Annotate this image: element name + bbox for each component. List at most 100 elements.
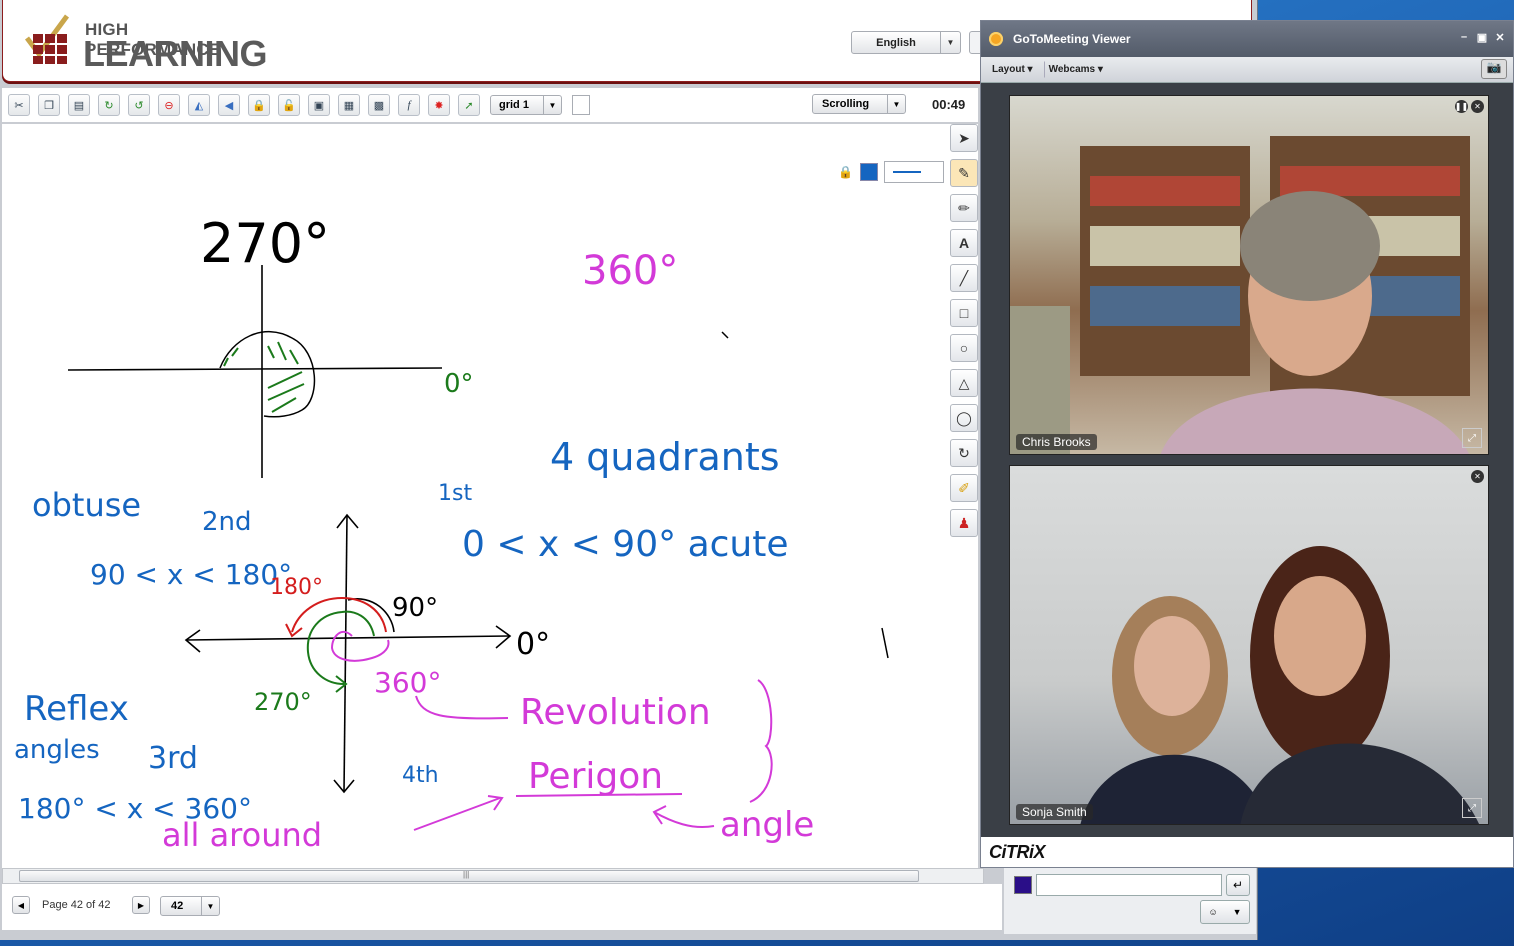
stray-mark xyxy=(881,627,889,659)
stamp-icon[interactable]: ♟ xyxy=(950,509,978,537)
expand-icon[interactable]: ⤢ xyxy=(1462,428,1482,448)
grid-value: grid 1 xyxy=(499,99,529,111)
arrow-angle xyxy=(653,811,715,828)
label-angles: angles xyxy=(14,735,100,765)
chat-options-button[interactable]: ☺ ▼ xyxy=(1200,900,1250,924)
highlighter-icon[interactable]: ✐ xyxy=(950,474,978,502)
bottom-vertical-axis xyxy=(343,514,348,793)
label-perigon: Perigon xyxy=(528,756,663,797)
maximize-icon[interactable]: ▣ xyxy=(1473,31,1491,44)
page-navigation-bar: ◀ Page 42 of 42 ▶ 42 ▼ xyxy=(2,884,1002,930)
grid-select[interactable]: grid 1 ▼ xyxy=(490,95,562,115)
brace xyxy=(749,679,773,803)
arc-360 xyxy=(330,630,390,662)
webcams-menu[interactable]: Webcams ▾ xyxy=(1043,61,1108,78)
page-select-value: 42 xyxy=(171,900,184,912)
viewer-titlebar[interactable]: GoToMeeting Viewer – ▣ ✕ xyxy=(981,21,1513,57)
label-third-quadrant: 3rd xyxy=(148,741,198,776)
copy-icon[interactable]: ❐ xyxy=(38,94,60,116)
page-label: Page 42 of 42 xyxy=(42,899,111,911)
lock-icon[interactable]: 🔒 xyxy=(248,94,270,116)
webcam-feed-sonja-smith: ✕ Sonja Smith ⤢ xyxy=(1009,465,1489,825)
expand-icon[interactable]: ⤢ xyxy=(1462,798,1482,818)
label-angle: angle xyxy=(720,805,814,845)
previous-page-button[interactable]: ◀ xyxy=(12,896,30,914)
formula-icon[interactable]: f xyxy=(398,94,420,116)
label-360-top: 360° xyxy=(582,248,678,294)
select-icon[interactable]: ➤ xyxy=(950,124,978,152)
refresh-icon[interactable]: ↺ xyxy=(128,94,150,116)
send-icon[interactable]: ↵ xyxy=(1226,874,1250,896)
bottom-horizontal-axis xyxy=(185,635,511,641)
session-timer: 00:49 xyxy=(932,97,966,112)
scroll-mode-select[interactable]: Scrolling ▼ xyxy=(812,94,906,114)
page-select[interactable]: 42 ▼ xyxy=(160,896,220,916)
close-icon[interactable]: ✕ xyxy=(1471,470,1484,483)
top-angle-arc xyxy=(219,330,316,418)
language-select[interactable]: English ▼ xyxy=(851,31,961,54)
label-4-quadrants: 4 quadrants xyxy=(550,435,780,479)
layout-menu[interactable]: Layout ▾ xyxy=(987,61,1038,78)
label-reflex: Reflex xyxy=(24,689,129,729)
label-270: 270° xyxy=(200,212,330,275)
logo-bottom-text: LEARNING xyxy=(83,33,268,74)
arrow-all-around xyxy=(413,797,501,831)
label-360-bottom: 360° xyxy=(374,666,441,699)
stop-icon[interactable]: ⊖ xyxy=(158,94,180,116)
paste-icon[interactable]: ▤ xyxy=(68,94,90,116)
screen-capture-icon[interactable]: ▩ xyxy=(368,94,390,116)
webcam-feed-chris-brooks: ❚❚ ✕ Chris Brooks ⤢ xyxy=(1009,95,1489,455)
viewer-footer: CiTRiX xyxy=(981,837,1513,867)
label-obtuse: obtuse xyxy=(32,486,141,524)
minimize-icon[interactable]: – xyxy=(1455,31,1473,44)
close-icon[interactable]: ✕ xyxy=(1471,100,1484,113)
webcam-image-1 xyxy=(1010,136,1470,454)
mirror-icon[interactable]: ◭ xyxy=(188,94,210,116)
lock-icon[interactable]: 🔒 xyxy=(838,165,853,179)
arrow-left-icon[interactable]: ◀ xyxy=(218,94,240,116)
whiteboard-drawing: 270° 0° 360° 4 quadrants 1st 0 < x < 90°… xyxy=(14,212,889,854)
chat-input[interactable] xyxy=(1036,874,1222,896)
page-icon[interactable]: ▣ xyxy=(308,94,330,116)
scissors-icon[interactable]: ✂ xyxy=(8,94,30,116)
left-arrowhead xyxy=(184,629,201,653)
horizontal-scrollbar[interactable]: ||| xyxy=(2,868,984,884)
select-green-icon[interactable]: ➚ xyxy=(458,94,480,116)
camera-icon[interactable]: 📷 xyxy=(1481,59,1507,79)
webcam-image-2 xyxy=(1080,546,1479,824)
pencil-icon[interactable]: ✏ xyxy=(950,194,978,222)
next-page-button[interactable]: ▶ xyxy=(132,896,150,914)
pointer-curve xyxy=(415,695,509,720)
whiteboard-canvas[interactable]: 270° 0° 360° 4 quadrants 1st 0 < x < 90°… xyxy=(2,124,978,868)
label-0-right: 0° xyxy=(516,627,550,662)
language-value: English xyxy=(876,36,916,49)
label-90: 90° xyxy=(392,593,438,623)
triangle-icon[interactable]: △ xyxy=(950,369,978,397)
line-icon[interactable]: ╱ xyxy=(950,264,978,292)
redo-icon[interactable]: ↻ xyxy=(98,94,120,116)
citrix-logo: CiTRiX xyxy=(989,841,1046,862)
ellipse-icon[interactable]: ◯ xyxy=(950,404,978,432)
label-first-quadrant: 1st xyxy=(438,481,472,506)
lock-all-icon[interactable]: 🔓 xyxy=(278,94,300,116)
main-toolbar: ✂ ❐ ▤ ↻ ↺ ⊖ ◭ ◀ 🔒 🔓 ▣ ▦ ▩ f ✸ ➚ grid 1 ▼… xyxy=(2,88,978,122)
line-width-select[interactable] xyxy=(884,161,944,183)
pen-icon[interactable]: ✎ xyxy=(950,159,978,187)
logo-check-icon xyxy=(25,14,70,64)
text-icon[interactable]: A xyxy=(950,229,978,257)
circle-icon[interactable]: ○ xyxy=(950,334,978,362)
label-all-around: all around xyxy=(162,816,322,854)
close-icon[interactable]: ✕ xyxy=(1491,31,1509,44)
rectangle-icon[interactable]: □ xyxy=(950,299,978,327)
top-horizontal-axis xyxy=(67,367,443,371)
right-tool-palette: ➤ ✎ ✏ A ╱ □ ○ △ ◯ ↻ ✐ ♟ xyxy=(950,124,980,544)
rotate-icon[interactable]: ↻ xyxy=(950,439,978,467)
page-copy-icon[interactable]: ▦ xyxy=(338,94,360,116)
label-180: 180° xyxy=(270,575,323,600)
arc-270 xyxy=(306,610,375,685)
shapes-icon[interactable]: ✸ xyxy=(428,94,450,116)
chat-color-swatch[interactable] xyxy=(1014,876,1032,894)
background-color-box[interactable] xyxy=(572,95,590,115)
pause-icon[interactable]: ❚❚ xyxy=(1455,100,1468,113)
pen-color-swatch[interactable] xyxy=(860,163,878,181)
